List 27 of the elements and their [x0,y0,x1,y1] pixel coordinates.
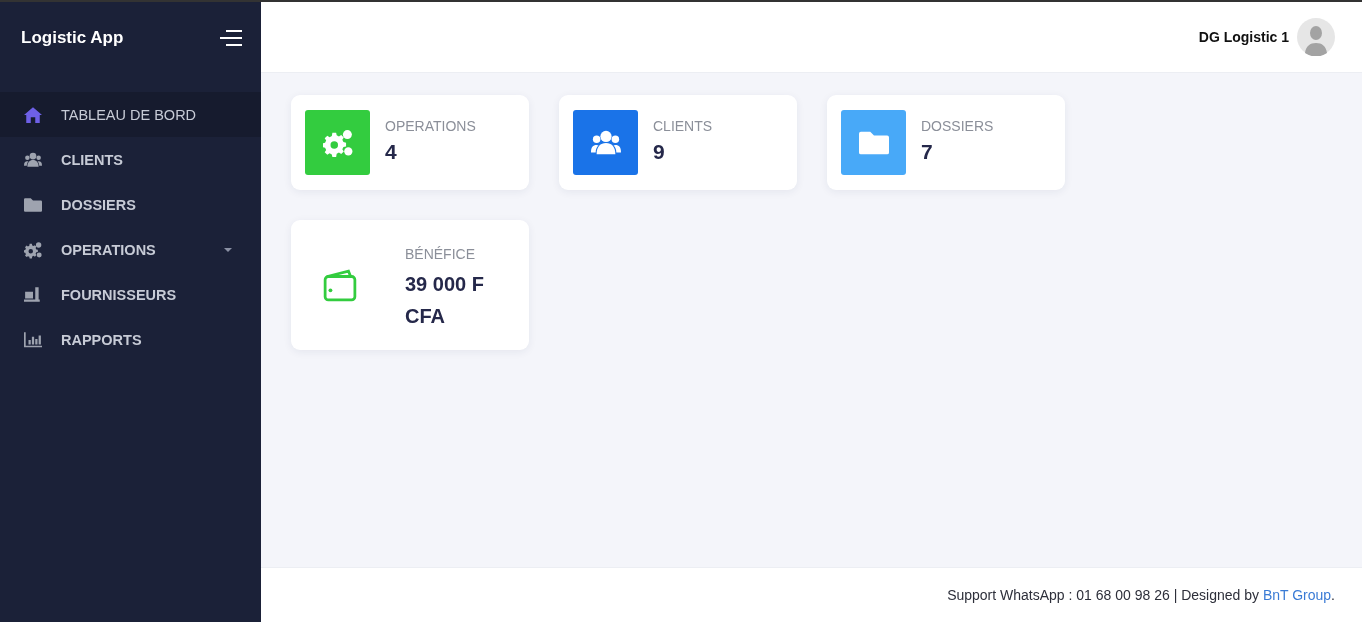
stat-label: CLIENTS [653,118,714,134]
gears-icon [322,127,353,158]
stat-label: DOSSIERS [921,118,995,134]
stat-value: 9 [653,140,666,164]
users-icon [24,150,42,169]
sidebar-item[interactable]: CLIENTS [0,137,261,182]
stat-value: 4 [385,140,398,164]
stat-label: OPERATIONS [385,118,477,134]
sidebar-item[interactable]: OPERATIONS [0,227,261,272]
sidebar-item[interactable]: DOSSIERS [0,182,261,227]
bar-chart-icon [24,330,42,349]
gears-icon [24,240,42,259]
sidebar-item[interactable]: FOURNISSEURS [0,272,261,317]
stat-label: BÉNÉFICE [405,246,476,262]
stat-value: 7 [921,140,934,164]
hand-truck-icon [24,285,42,304]
caret-icon [224,247,232,252]
stat-value: 39 000 F CFA [405,272,485,329]
user-name[interactable]: DG Logistic 1 [1198,29,1289,45]
home-icon [24,105,42,124]
sidebar-item[interactable]: TABLEAU DE BORD [0,92,261,137]
folder-icon [24,195,42,214]
app-title: Logistic App [21,28,124,48]
wallet-icon [323,268,357,302]
sidebar-item[interactable]: RAPPORTS [0,317,261,362]
footer-text: Support WhatsApp : 01 68 00 98 26 | Designed by BnT Group. [947,587,1335,603]
menu-icon[interactable] [220,30,242,46]
